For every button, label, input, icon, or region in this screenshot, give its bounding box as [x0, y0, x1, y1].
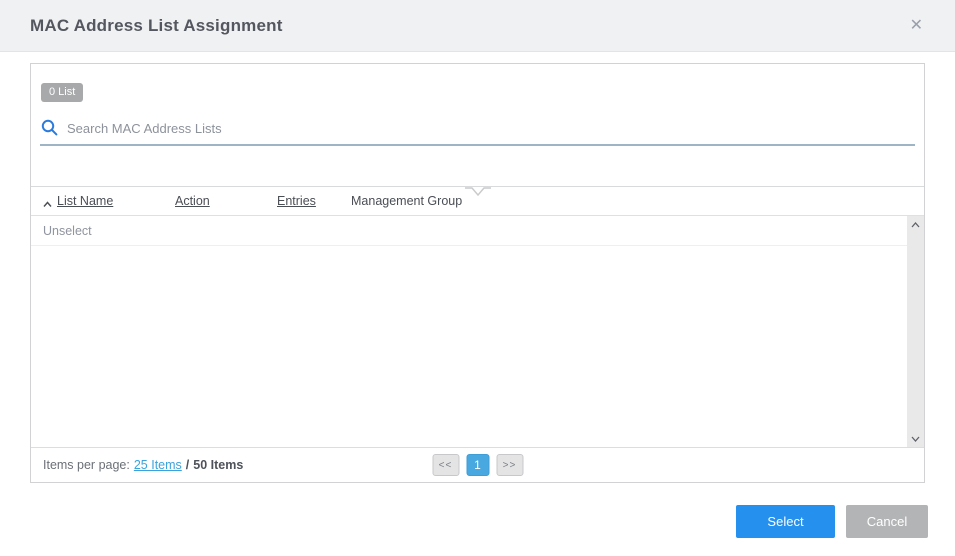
- search-input[interactable]: [67, 121, 915, 136]
- table-row-unselect[interactable]: Unselect: [31, 216, 907, 246]
- pagination-bar: Items per page: 25 Items / 50 Items << 1…: [31, 447, 924, 482]
- dialog-header: MAC Address List Assignment ✕: [0, 0, 955, 52]
- table-header-row: List Name Action Entries Management Grou…: [31, 186, 924, 216]
- mac-address-list-assignment-dialog: MAC Address List Assignment ✕ 0 List: [0, 0, 955, 556]
- column-header-entries[interactable]: Entries: [277, 194, 351, 208]
- close-icon[interactable]: ✕: [906, 14, 927, 38]
- scroll-up-icon[interactable]: [907, 216, 924, 233]
- vertical-scrollbar[interactable]: [907, 216, 924, 447]
- dialog-footer: Select Cancel: [736, 505, 928, 538]
- items-per-page-label: Items per page:: [43, 458, 130, 472]
- previous-page-button[interactable]: <<: [432, 454, 459, 476]
- pager: << 1 >>: [432, 454, 523, 476]
- current-page-button[interactable]: 1: [466, 454, 489, 476]
- list-table: List Name Action Entries Management Grou…: [31, 186, 924, 447]
- search-bar: [40, 112, 915, 146]
- row-label: Unselect: [43, 224, 92, 238]
- scroll-down-icon[interactable]: [907, 430, 924, 447]
- cancel-button[interactable]: Cancel: [846, 505, 928, 538]
- column-label: Entries: [277, 194, 316, 208]
- column-label: Management Group: [351, 194, 462, 208]
- items-per-page-group: Items per page: 25 Items / 50 Items: [43, 458, 243, 472]
- separator: /: [186, 458, 189, 472]
- next-page-button[interactable]: >>: [496, 454, 523, 476]
- collapse-chevron-down-icon[interactable]: [465, 186, 491, 196]
- search-icon: [41, 119, 58, 136]
- badge-row: 0 List: [31, 64, 924, 102]
- list-selection-panel: 0 List: [30, 63, 925, 483]
- column-header-action[interactable]: Action: [175, 194, 277, 208]
- page-size-link[interactable]: 25 Items: [134, 458, 182, 472]
- table-body: Unselect: [31, 216, 907, 447]
- sort-ascending-icon: [43, 197, 52, 204]
- dialog-title: MAC Address List Assignment: [30, 16, 283, 36]
- column-label: Action: [175, 194, 210, 208]
- column-header-list-name[interactable]: List Name: [43, 194, 175, 208]
- select-button[interactable]: Select: [736, 505, 835, 538]
- total-items-label: 50 Items: [193, 458, 243, 472]
- column-header-management-group: Management Group: [351, 194, 924, 208]
- selected-count-badge: 0 List: [41, 83, 83, 102]
- column-label: List Name: [57, 194, 113, 208]
